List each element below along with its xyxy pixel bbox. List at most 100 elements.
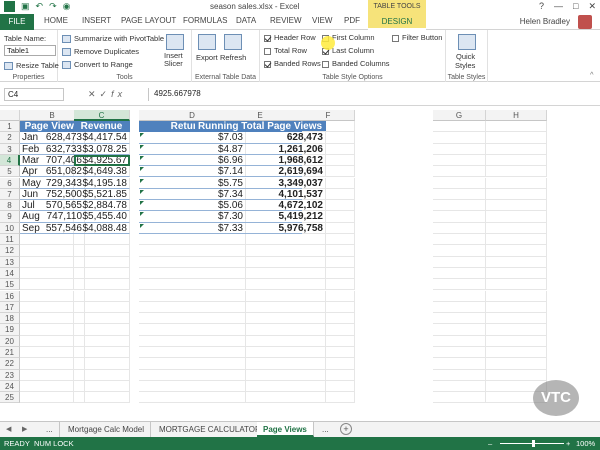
empty-cell[interactable]: [74, 279, 130, 291]
empty-cell[interactable]: [302, 358, 355, 370]
tab-file[interactable]: FILE: [0, 14, 34, 30]
empty-cell[interactable]: [302, 211, 355, 223]
formula-controls[interactable]: ✕✓fx: [88, 89, 126, 100]
next-sheet-icon[interactable]: ▶: [22, 425, 27, 433]
empty-cell[interactable]: [486, 267, 547, 280]
empty-cell[interactable]: [486, 154, 547, 167]
empty-cell[interactable]: [302, 256, 355, 268]
empty-cell[interactable]: [433, 188, 486, 201]
empty-cell[interactable]: [302, 335, 355, 347]
user-name[interactable]: Helen Bradley: [520, 17, 570, 26]
add-sheet-icon[interactable]: +: [340, 423, 352, 435]
empty-cell[interactable]: [302, 143, 355, 155]
empty-cell[interactable]: [433, 380, 486, 393]
empty-cell[interactable]: [433, 222, 486, 234]
row-header-11[interactable]: 11: [0, 234, 20, 246]
empty-cell[interactable]: [302, 154, 355, 167]
empty-cell[interactable]: [433, 324, 486, 336]
row-header-2[interactable]: 2: [0, 132, 20, 144]
empty-cell[interactable]: [302, 177, 355, 189]
empty-cell[interactable]: [486, 245, 547, 257]
empty-cell[interactable]: [486, 234, 547, 246]
empty-cell[interactable]: [74, 324, 130, 336]
empty-cell[interactable]: [433, 154, 486, 167]
empty-cell[interactable]: [302, 245, 355, 257]
empty-cell[interactable]: [433, 267, 486, 280]
empty-cell[interactable]: [74, 369, 130, 381]
empty-cell[interactable]: [433, 290, 486, 302]
column-header-f[interactable]: F: [302, 110, 355, 121]
empty-cell[interactable]: [433, 392, 486, 404]
row-header-14[interactable]: 14: [0, 267, 20, 280]
empty-cell[interactable]: [486, 335, 547, 347]
empty-cell[interactable]: [302, 267, 355, 280]
row-header-1[interactable]: 1: [0, 121, 20, 133]
row-header-19[interactable]: 19: [0, 324, 20, 336]
table-cell[interactable]: $5,455.40: [74, 211, 130, 223]
table-cell[interactable]: $4,925.67: [74, 154, 130, 167]
empty-cell[interactable]: [433, 301, 486, 314]
row-header-9[interactable]: 9: [0, 211, 20, 223]
empty-cell[interactable]: [486, 177, 547, 189]
empty-cell[interactable]: [74, 234, 130, 246]
row-header-4[interactable]: 4: [0, 154, 20, 167]
tab-insert[interactable]: INSERT: [82, 16, 111, 25]
empty-cell[interactable]: [486, 211, 547, 223]
table-cell[interactable]: $2,884.78: [74, 200, 130, 212]
empty-cell[interactable]: [302, 234, 355, 246]
row-header-18[interactable]: 18: [0, 313, 20, 325]
row-header-10[interactable]: 10: [0, 222, 20, 234]
row-header-22[interactable]: 22: [0, 358, 20, 370]
empty-cell[interactable]: [74, 267, 130, 280]
tab-review[interactable]: REVIEW: [270, 16, 302, 25]
empty-cell[interactable]: [433, 279, 486, 291]
table-cell[interactable]: $4,195.18: [74, 177, 130, 189]
empty-cell[interactable]: [486, 188, 547, 201]
empty-cell[interactable]: [486, 132, 547, 144]
empty-cell[interactable]: [302, 313, 355, 325]
table-cell[interactable]: $5,521.85: [74, 188, 130, 201]
resize-table-button[interactable]: Resize Table: [4, 61, 59, 71]
refresh-button[interactable]: Refresh: [220, 53, 246, 62]
save-icon[interactable]: ▣: [21, 1, 30, 12]
empty-cell[interactable]: [74, 301, 130, 314]
sheet-tab-mortgage-calculator[interactable]: MORTGAGE CALCULATOR: [153, 422, 268, 437]
empty-cell[interactable]: [486, 347, 547, 359]
summarize-pivot-button[interactable]: Summarize with PivotTable: [62, 34, 164, 44]
total-row-checkbox[interactable]: Total Row: [264, 46, 307, 55]
empty-cell[interactable]: [433, 132, 486, 144]
empty-cell[interactable]: [302, 347, 355, 359]
help-icon[interactable]: ?: [539, 1, 544, 12]
empty-cell[interactable]: [433, 335, 486, 347]
empty-cell[interactable]: [486, 358, 547, 370]
column-header-h[interactable]: H: [486, 110, 547, 121]
empty-cell[interactable]: [433, 121, 486, 133]
sheet-tab-ellipsis[interactable]: ...: [40, 422, 60, 437]
empty-cell[interactable]: [74, 313, 130, 325]
quick-styles-button[interactable]: Quick: [456, 52, 475, 61]
empty-cell[interactable]: [302, 166, 355, 178]
empty-cell[interactable]: [433, 369, 486, 381]
sheet-tab-mortgage-calc-model[interactable]: Mortgage Calc Model: [62, 422, 152, 437]
empty-cell[interactable]: [74, 358, 130, 370]
minimize-icon[interactable]: —: [554, 1, 563, 12]
empty-cell[interactable]: [433, 166, 486, 178]
row-header-17[interactable]: 17: [0, 301, 20, 314]
empty-cell[interactable]: [433, 245, 486, 257]
row-header-7[interactable]: 7: [0, 188, 20, 201]
empty-cell[interactable]: [302, 200, 355, 212]
table-cell[interactable]: $3,078.25: [74, 143, 130, 155]
row-header-21[interactable]: 21: [0, 347, 20, 359]
empty-cell[interactable]: [302, 324, 355, 336]
empty-cell[interactable]: [433, 234, 486, 246]
empty-cell[interactable]: [486, 222, 547, 234]
empty-cell[interactable]: [74, 290, 130, 302]
filter-button-checkbox[interactable]: Filter Button: [392, 33, 442, 42]
table-cell[interactable]: $4,088.48: [74, 222, 130, 234]
row-header-3[interactable]: 3: [0, 143, 20, 155]
empty-cell[interactable]: [302, 121, 355, 133]
empty-cell[interactable]: [486, 313, 547, 325]
header-row-checkbox[interactable]: Header Row: [264, 33, 316, 42]
column-header-c[interactable]: C: [74, 110, 130, 121]
tab-formulas[interactable]: FORMULAS: [183, 16, 227, 25]
